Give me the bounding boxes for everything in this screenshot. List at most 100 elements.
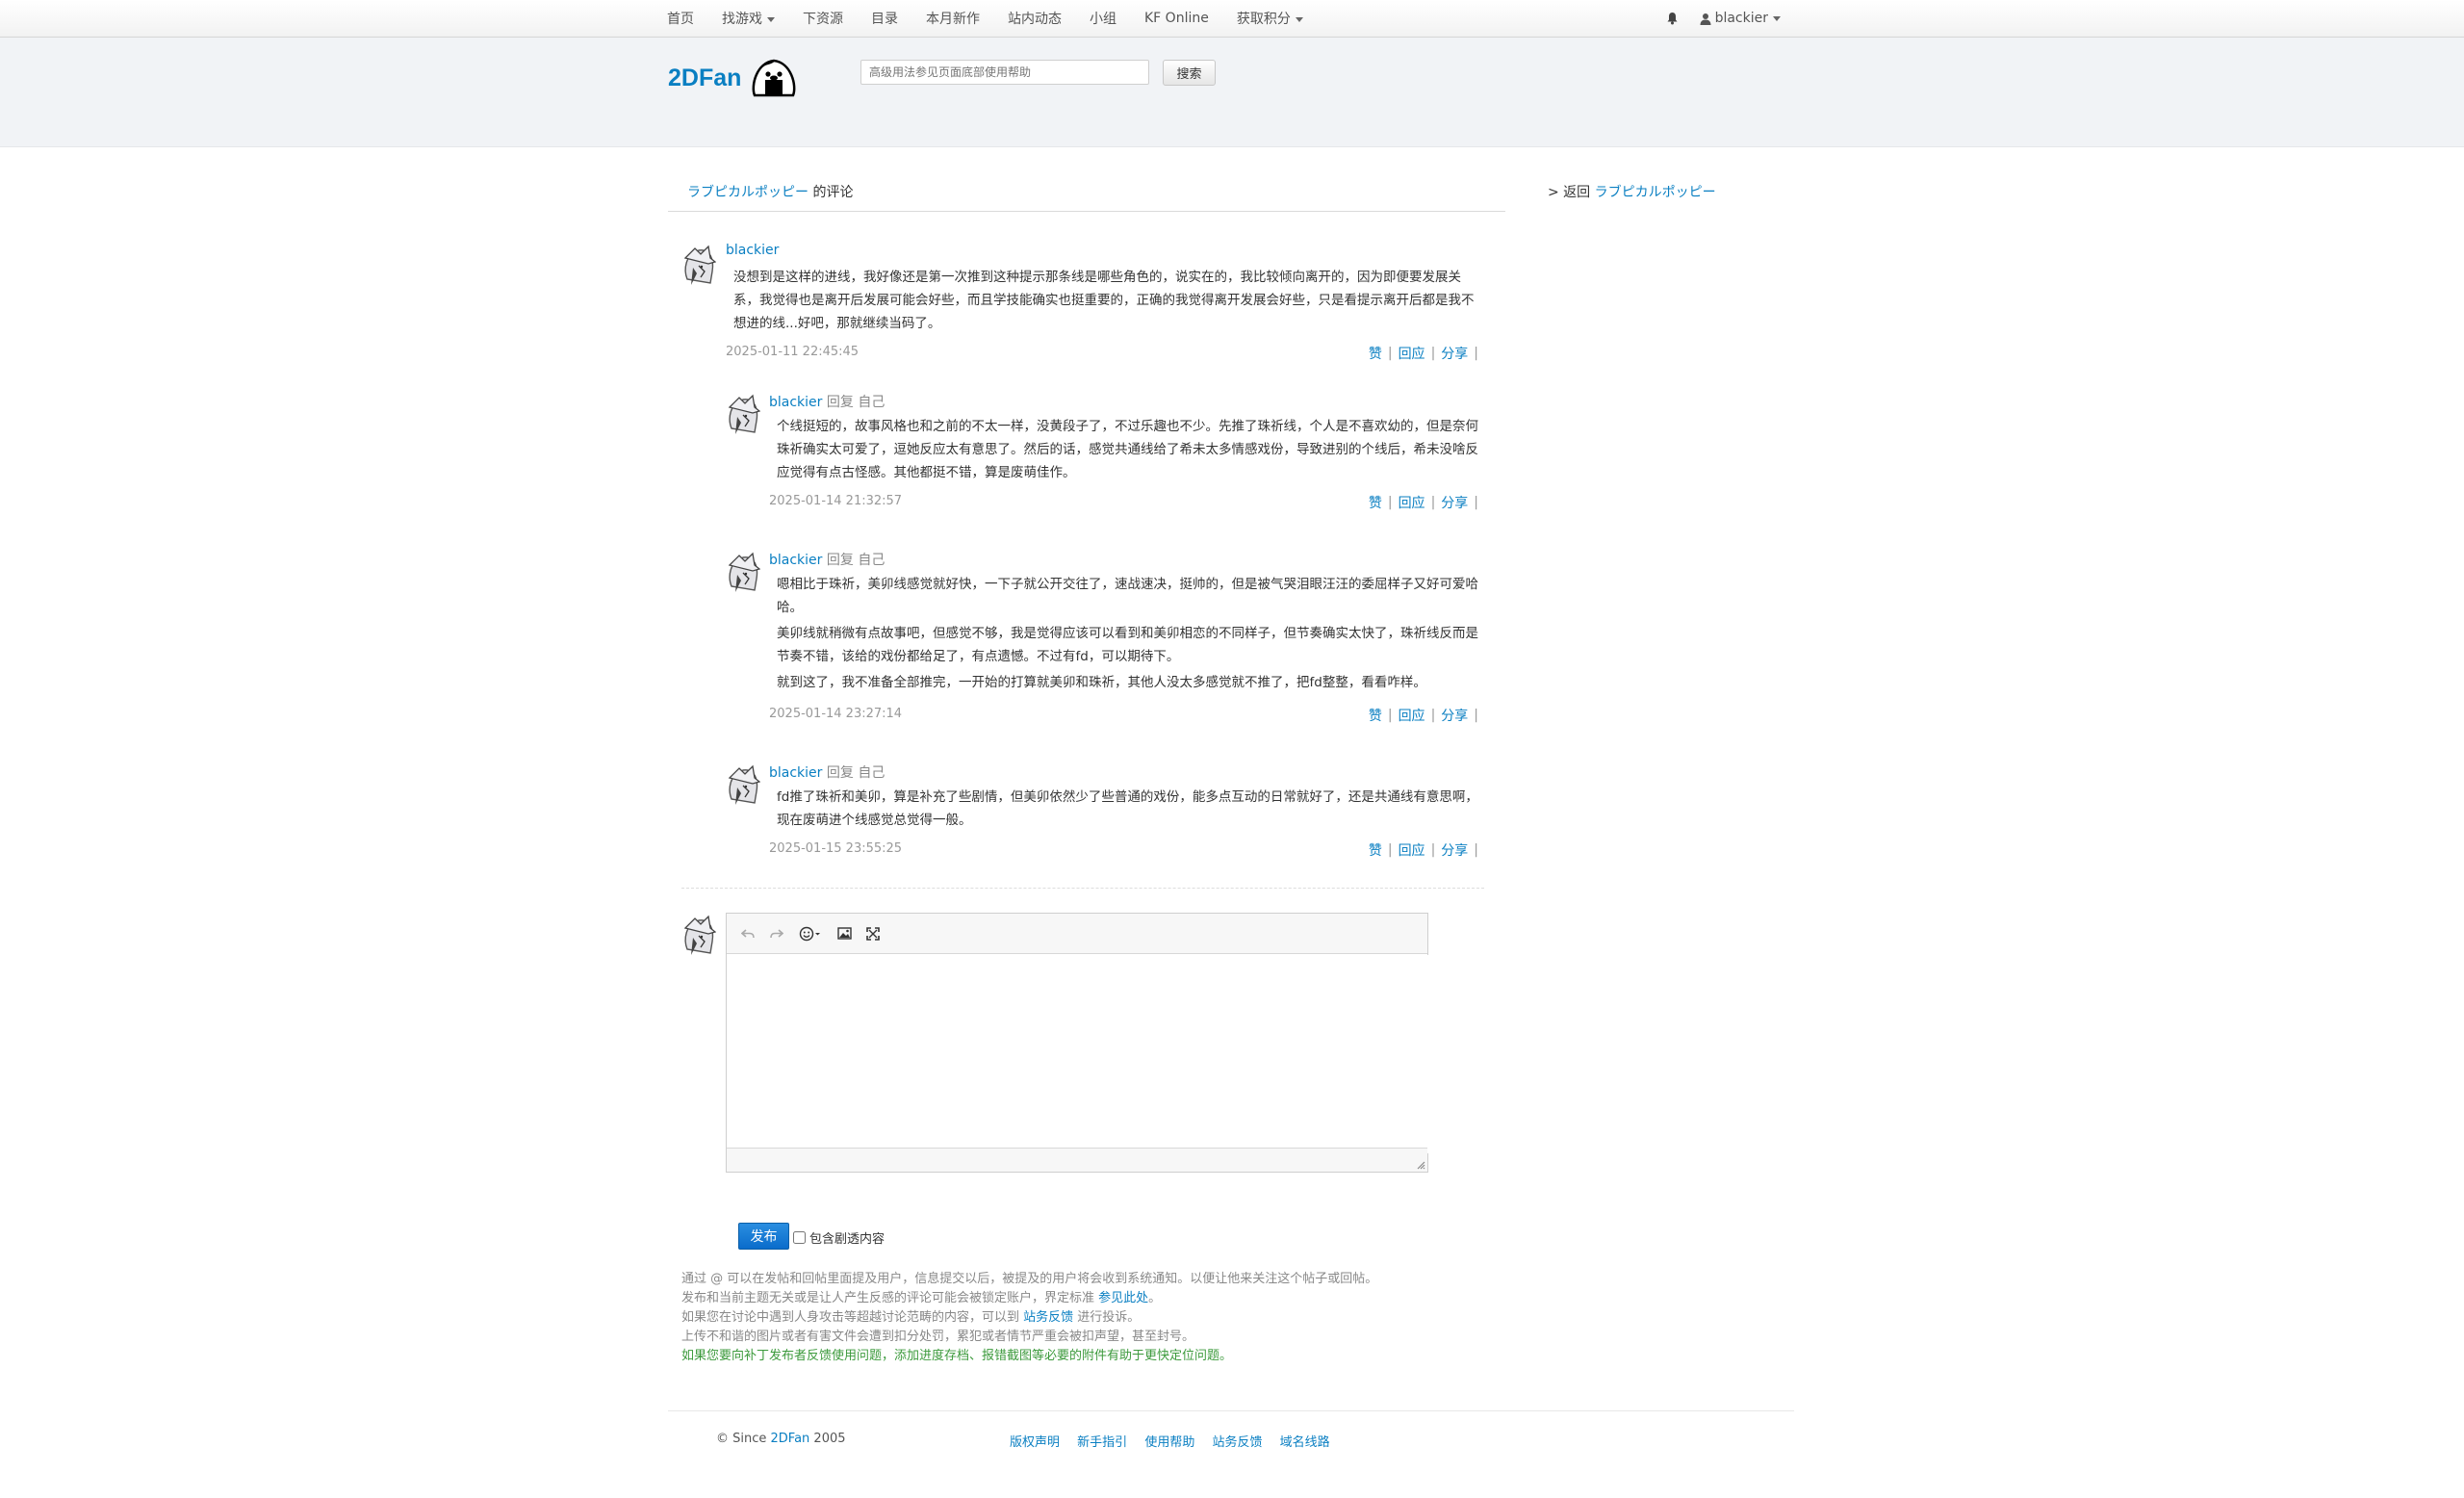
share-button[interactable]: 分享 (1441, 706, 1468, 725)
comment-body: 个线挺短的，故事风格也和之前的不太一样，没黄段子了，不过乐趣也不少。先推了珠祈线… (777, 415, 1484, 487)
bell-icon (1667, 13, 1678, 25)
emoji-button[interactable] (798, 926, 823, 942)
rules-link[interactable]: 参见此处 (1098, 1291, 1148, 1305)
separator: | (1387, 708, 1393, 723)
user-avatar[interactable] (726, 394, 760, 436)
note-text: 如果您在讨论中遇到人身攻击等超越讨论范畴的内容，可以到 (681, 1310, 1024, 1325)
comment-username[interactable]: blackier (769, 553, 822, 568)
back-prefix: > 返回 (1548, 185, 1595, 200)
share-button[interactable]: 分享 (1441, 840, 1468, 860)
undo-button[interactable] (740, 926, 756, 942)
comment-paragraph: 就到这了，我不准备全部推完，一开始的打算就美卯和珠祈，其他人没太多感觉就不推了，… (777, 675, 1426, 690)
comment-paragraph: 没想到是这样的进线，我好像还是第一次推到这种提示那条线是哪些角色的，说实在的，我… (733, 270, 1475, 331)
notifications-button[interactable] (1666, 12, 1679, 25)
reply-word: 回复 (826, 765, 854, 781)
comment-textarea[interactable] (727, 955, 1431, 1153)
comment-timestamp: 2025-01-15 23:55:25 (769, 841, 903, 856)
footer-link-domains[interactable]: 域名线路 (1280, 1435, 1330, 1450)
like-button[interactable]: 赞 (1369, 706, 1382, 725)
reply-header: blackier 回复 自己 (769, 392, 885, 411)
resize-handle-icon[interactable] (1416, 1160, 1425, 1170)
nav-label: 目录 (871, 12, 898, 27)
caret-down-icon (767, 16, 775, 22)
user-avatar[interactable] (726, 552, 760, 594)
user-avatar[interactable] (726, 764, 760, 807)
copyright-prefix: © Since (716, 1432, 771, 1446)
nav-item-site-activity[interactable]: 站内动态 (1008, 9, 1062, 28)
footer-link-newbie-guide[interactable]: 新手指引 (1077, 1435, 1127, 1450)
reply-target[interactable]: 自己 (858, 765, 885, 781)
reply-item: blackier 回复 自己 嗯相比于珠祈，美卯线感觉就好快，一下子就公开交往了… (726, 550, 1484, 742)
nav-item-groups[interactable]: 小组 (1090, 9, 1116, 28)
comment-item: blackier 没想到是这样的进线，我好像还是第一次推到这种提示那条线是哪些角… (681, 243, 1484, 387)
nav-item-resources[interactable]: 下资源 (803, 9, 843, 28)
posting-notes: 通过 @ 可以在发帖和回帖里面提及用户，信息提交以后，被提及的用户将会收到系统通… (681, 1270, 1377, 1366)
comment-body: fd推了珠祈和美卯，算是补充了些剧情，但美卯依然少了些普通的戏份，能多点互动的日… (777, 786, 1484, 835)
note-patch: 如果您要向补丁发布者反馈使用问题，添加进度存档、报错截图等必要的附件有助于更快定… (681, 1349, 1233, 1363)
search-input[interactable] (860, 60, 1149, 85)
comment-actions: 赞 | 回应 | 分享 | (1369, 706, 1484, 725)
user-menu[interactable]: blackier (1700, 11, 1781, 26)
nav-item-new-this-month[interactable]: 本月新作 (926, 9, 980, 28)
editor-toolbar (727, 914, 1427, 954)
comment-username[interactable]: blackier (726, 243, 779, 258)
nav-item-get-points[interactable]: 获取积分 (1237, 9, 1303, 28)
insert-image-button[interactable] (836, 926, 852, 942)
comments-divider (681, 888, 1484, 889)
footer-link-feedback[interactable]: 站务反馈 (1212, 1435, 1262, 1450)
comment-editor (726, 913, 1431, 1173)
comment-timestamp: 2025-01-11 22:45:45 (726, 345, 860, 359)
spoiler-checkbox[interactable] (793, 1231, 806, 1244)
search-button[interactable]: 搜索 (1163, 60, 1216, 86)
nav-label: KF Online (1144, 11, 1209, 26)
reply-item: blackier 回复 自己 fd推了珠祈和美卯，算是补充了些剧情，但美卯依然少… (726, 762, 1484, 888)
comment-username[interactable]: blackier (769, 395, 822, 410)
page-title-suffix: 的评论 (808, 185, 854, 200)
user-icon (1700, 13, 1711, 25)
reply-header: blackier 回复 自己 (769, 550, 885, 569)
fullscreen-button[interactable] (865, 926, 881, 942)
comment-paragraph: fd推了珠祈和美卯，算是补充了些剧情，但美卯依然少了些普通的戏份，能多点互动的日… (777, 789, 1478, 828)
undo-icon (741, 928, 755, 938)
redo-button[interactable] (769, 926, 784, 942)
footer-divider (668, 1410, 1794, 1411)
site-logo[interactable]: 2DFan (668, 65, 741, 92)
share-button[interactable]: 分享 (1441, 493, 1468, 512)
footer-site-link[interactable]: 2DFan (771, 1432, 810, 1446)
reply-button[interactable]: 回应 (1399, 493, 1425, 512)
reply-button[interactable]: 回应 (1399, 344, 1425, 363)
like-button[interactable]: 赞 (1369, 840, 1382, 860)
reply-button[interactable]: 回应 (1399, 840, 1425, 860)
footer-copyright: © Since 2DFan 2005 (716, 1432, 846, 1446)
separator: | (1387, 346, 1393, 361)
nav-item-home[interactable]: 首页 (667, 9, 694, 28)
note-rules: 发布和当前主题无关或是让人产生反感的评论可能会被锁定账户，界定标准 参见此处。 (681, 1289, 1377, 1308)
back-to-game-link[interactable]: ラブピカルポッピー (1595, 185, 1716, 200)
footer-link-help[interactable]: 使用帮助 (1144, 1435, 1194, 1450)
reply-header: blackier 回复 自己 (769, 762, 885, 782)
user-avatar[interactable] (681, 245, 716, 287)
reply-button[interactable]: 回应 (1399, 706, 1425, 725)
comment-username[interactable]: blackier (769, 765, 822, 781)
mascot-logo-icon[interactable] (749, 57, 799, 99)
reply-item: blackier 回复 自己 个线挺短的，故事风格也和之前的不太一样，没黄段子了… (726, 392, 1484, 536)
feedback-link[interactable]: 站务反馈 (1023, 1310, 1073, 1325)
like-button[interactable]: 赞 (1369, 493, 1382, 512)
nav-item-kf-online[interactable]: KF Online (1144, 11, 1209, 26)
nav-item-catalog[interactable]: 目录 (871, 9, 898, 28)
game-title-link[interactable]: ラブピカルポッピー (687, 185, 808, 200)
separator: | (1430, 842, 1436, 858)
nav-label: 本月新作 (926, 12, 980, 27)
nav-item-find-game[interactable]: 找游戏 (722, 9, 775, 28)
spoiler-option[interactable]: 包含剧透内容 (793, 1228, 885, 1247)
footer-link-copyright[interactable]: 版权声明 (1010, 1435, 1060, 1450)
reply-target[interactable]: 自己 (858, 395, 885, 410)
publish-button[interactable]: 发布 (738, 1223, 789, 1250)
editor-statusbar (727, 1148, 1427, 1172)
site-header: 2DFan 搜索 (0, 38, 2464, 147)
reply-target[interactable]: 自己 (858, 553, 885, 568)
composer-avatar[interactable] (681, 915, 716, 957)
share-button[interactable]: 分享 (1441, 344, 1468, 363)
comment-body: 没想到是这样的进线，我好像还是第一次推到这种提示那条线是哪些角色的，说实在的，我… (733, 266, 1484, 338)
like-button[interactable]: 赞 (1369, 344, 1382, 363)
